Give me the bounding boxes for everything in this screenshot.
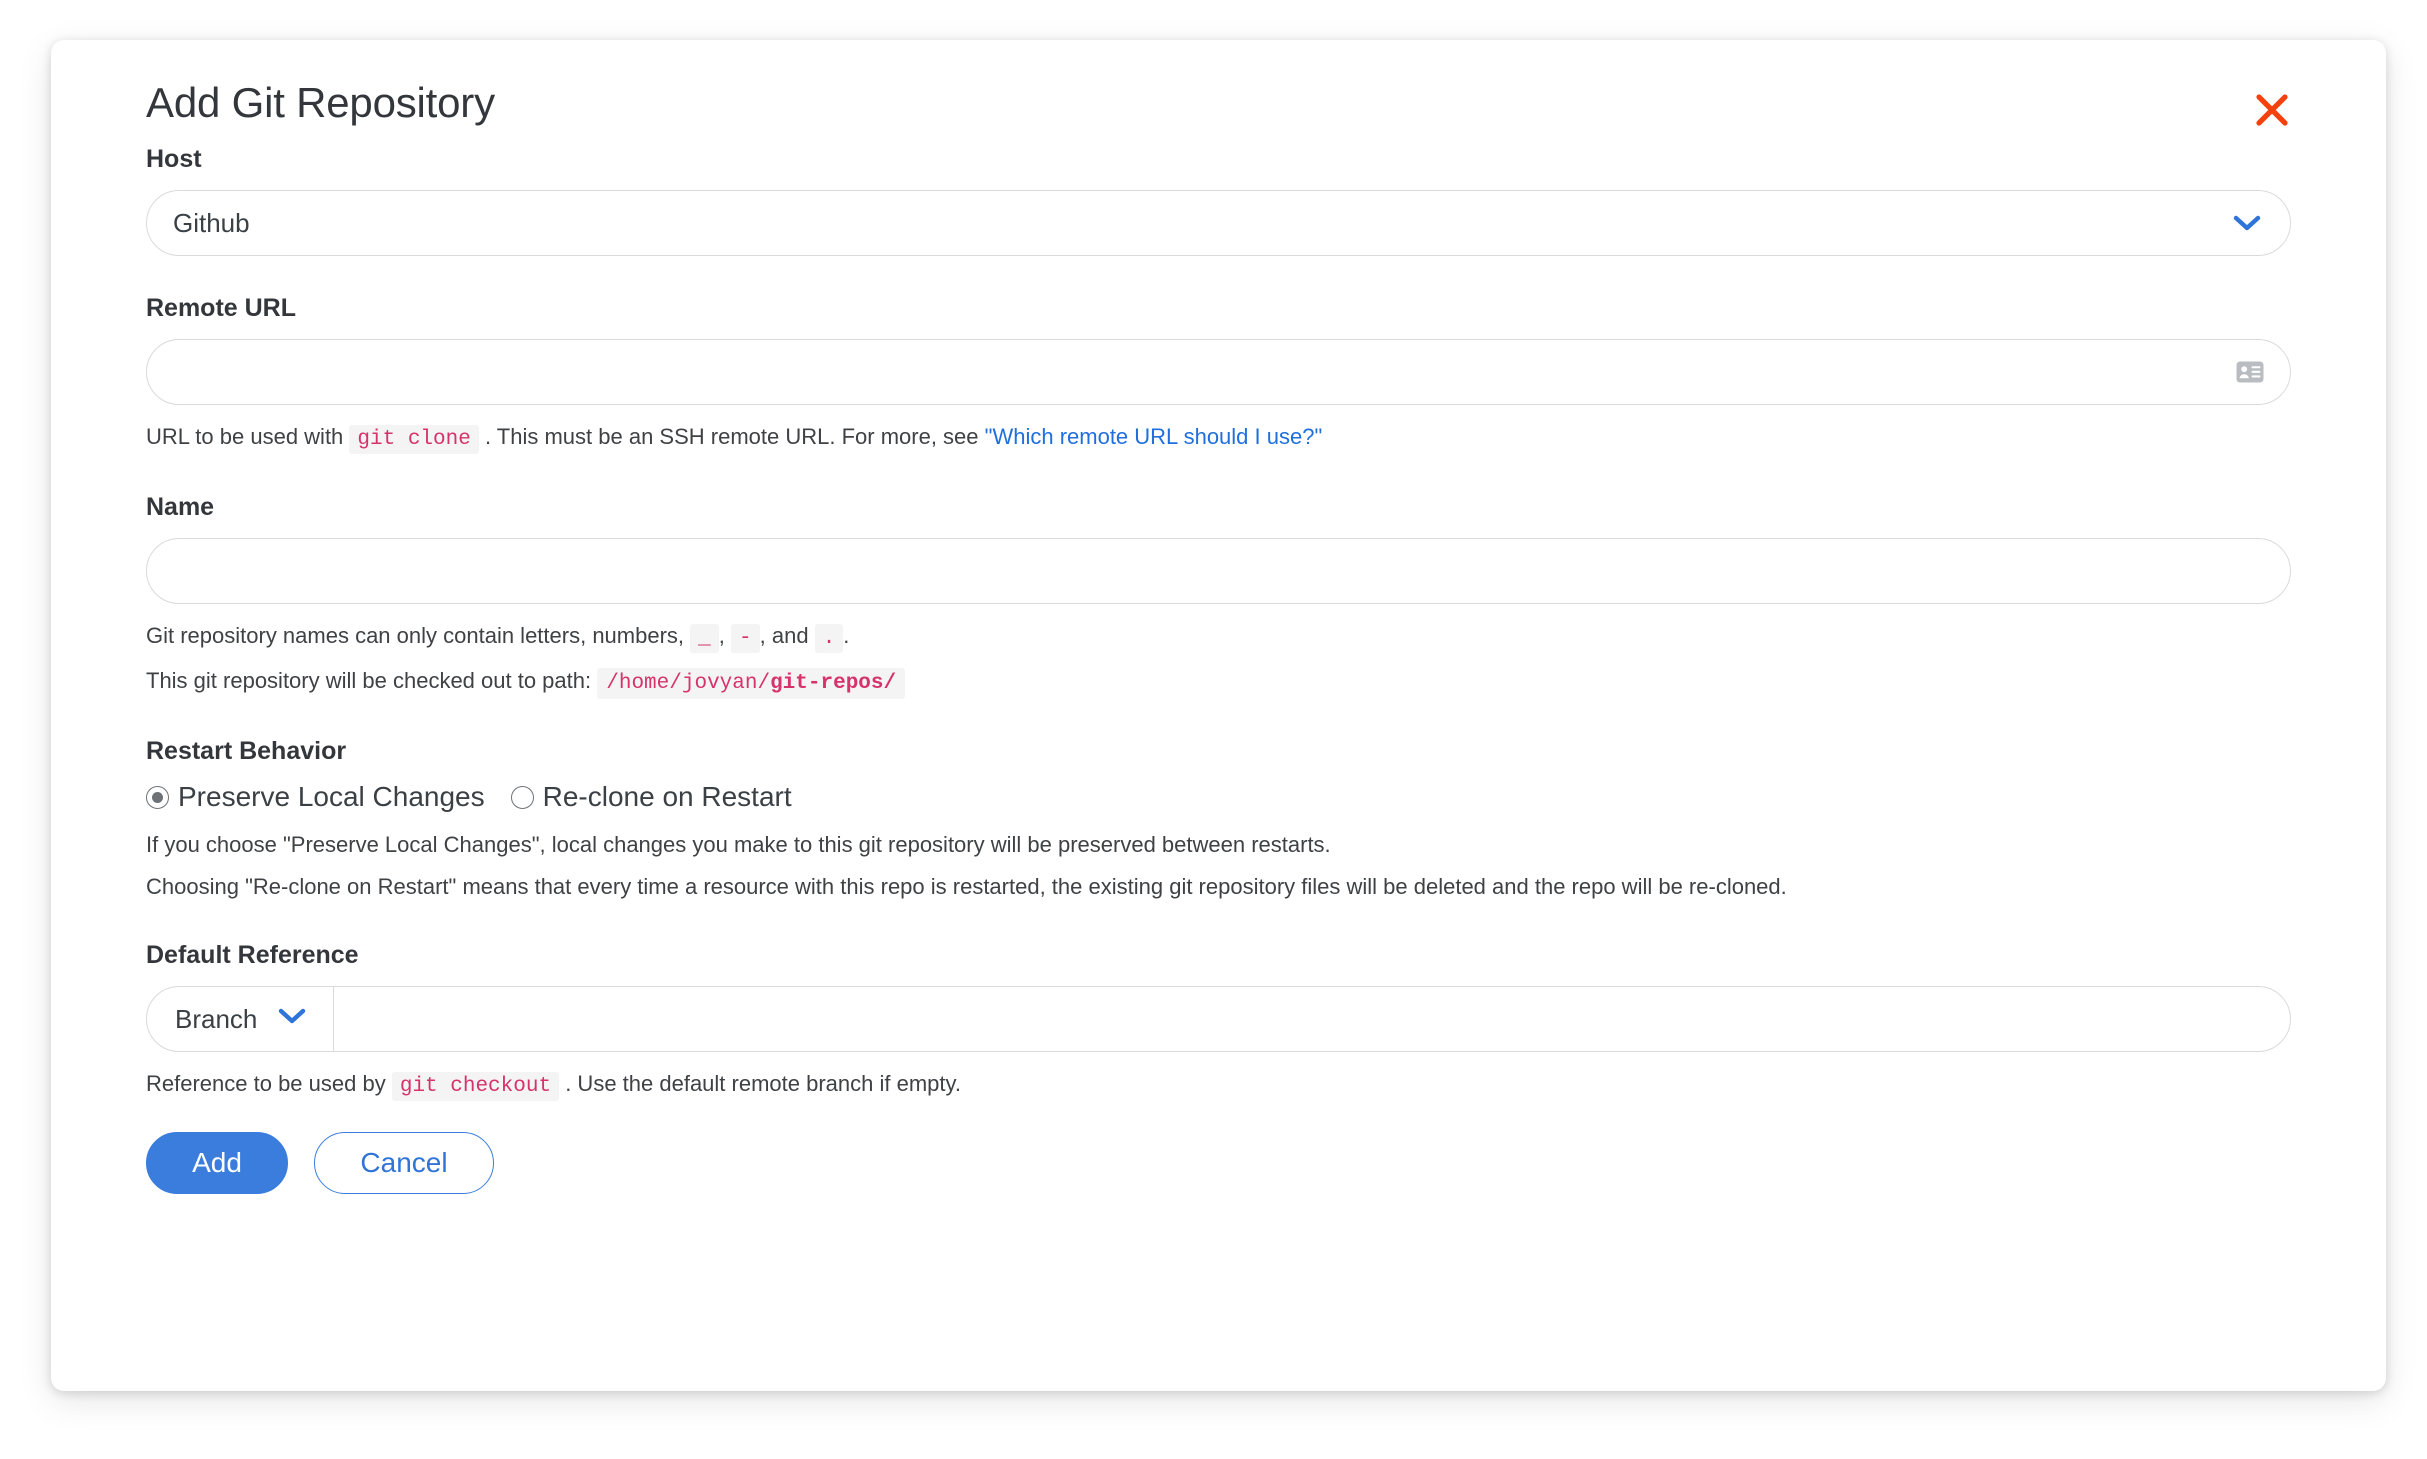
- restart-behavior-description-1: If you choose "Preserve Local Changes", …: [146, 829, 2291, 861]
- default-reference-helper-post: . Use the default remote branch if empty…: [565, 1071, 961, 1096]
- name-label: Name: [146, 492, 2291, 522]
- checkout-path-tail: git-repos/: [770, 672, 896, 695]
- name-helper-and: , and: [760, 623, 809, 648]
- name-helper-pre: Git repository names can only contain le…: [146, 623, 684, 648]
- host-label: Host: [146, 144, 2291, 174]
- remote-url-field-group: Remote URL URL: [146, 293, 2291, 455]
- chevron-down-icon[interactable]: [2232, 213, 2262, 233]
- git-checkout-code: git checkout: [392, 1072, 559, 1101]
- add-git-repository-dialog: Add Git Repository Host Github: [51, 40, 2386, 1391]
- radio-indicator-unselected[interactable]: [511, 786, 534, 809]
- add-button[interactable]: Add: [146, 1132, 288, 1194]
- host-selected-value: Github: [147, 210, 250, 236]
- default-reference-input[interactable]: [334, 987, 2290, 1051]
- underscore-code: _: [690, 624, 719, 653]
- default-reference-group: Default Reference Branch Reference to be…: [146, 940, 2291, 1102]
- restart-behavior-label: Restart Behavior: [146, 736, 2291, 766]
- checkout-path-prefix-text: This git repository will be checked out …: [146, 668, 591, 693]
- radio-indicator-selected[interactable]: [146, 786, 169, 809]
- restart-behavior-radio-group: Preserve Local Changes Re-clone on Resta…: [146, 782, 2291, 813]
- host-select[interactable]: Github: [146, 190, 2291, 256]
- checkout-path-head: /home/jovyan/: [606, 672, 770, 695]
- restart-behavior-description-2: Choosing "Re-clone on Restart" means tha…: [146, 871, 2291, 903]
- page-background: Add Git Repository Host Github: [0, 0, 2427, 1459]
- restart-behavior-group: Restart Behavior Preserve Local Changes …: [146, 736, 2291, 903]
- name-field-group: Name Git repository names can only conta…: [146, 492, 2291, 699]
- dialog-header: Add Git Repository: [95, 40, 2342, 144]
- dialog-body: Host Github Remote URL: [95, 144, 2342, 1194]
- remote-url-helper-pre: URL to be used with: [146, 424, 343, 449]
- remote-url-input[interactable]: [147, 340, 2290, 404]
- remote-url-input-wrapper: [146, 339, 2291, 405]
- default-reference-helper-pre: Reference to be used by: [146, 1071, 386, 1096]
- page-title: Add Git Repository: [95, 80, 2342, 126]
- git-clone-code: git clone: [349, 425, 478, 454]
- checkout-path-code: /home/jovyan/git-repos/: [597, 668, 905, 699]
- radio-option-reclone-on-restart[interactable]: Re-clone on Restart: [511, 782, 792, 813]
- name-input[interactable]: [147, 539, 2290, 603]
- close-button[interactable]: [2246, 84, 2298, 136]
- name-helper-text: Git repository names can only contain le…: [146, 620, 2291, 654]
- hyphen-code: -: [731, 624, 760, 653]
- chevron-down-icon[interactable]: [277, 1006, 307, 1031]
- dialog-actions: Add Cancel: [146, 1132, 2291, 1194]
- remote-url-helper-mid: . This must be an SSH remote URL. For mo…: [485, 424, 979, 449]
- host-field-group: Host Github: [146, 144, 2291, 256]
- remote-url-helper-text: URL to be used with git clone . This mus…: [146, 421, 2291, 455]
- default-reference-helper-text: Reference to be used by git checkout . U…: [146, 1068, 2291, 1102]
- cancel-button[interactable]: Cancel: [314, 1132, 494, 1194]
- close-x-icon: [2253, 91, 2291, 129]
- radio-option-preserve-local-changes[interactable]: Preserve Local Changes: [146, 782, 485, 813]
- radio-label-preserve-local-changes: Preserve Local Changes: [178, 782, 485, 813]
- default-reference-combo: Branch: [146, 986, 2291, 1052]
- remote-url-doc-link[interactable]: "Which remote URL should I use?": [985, 424, 1323, 449]
- dot-code: .: [815, 624, 844, 653]
- radio-label-reclone-on-restart: Re-clone on Restart: [543, 782, 792, 813]
- reference-type-value: Branch: [175, 1006, 257, 1032]
- reference-type-select[interactable]: Branch: [147, 987, 334, 1051]
- name-input-wrapper: [146, 538, 2291, 604]
- name-path-helper-text: This git repository will be checked out …: [146, 665, 2291, 699]
- remote-url-label: Remote URL: [146, 293, 2291, 323]
- name-helper-comma1: ,: [719, 623, 725, 648]
- name-helper-end: .: [843, 623, 849, 648]
- contact-card-icon[interactable]: [2236, 361, 2264, 383]
- default-reference-label: Default Reference: [146, 940, 2291, 970]
